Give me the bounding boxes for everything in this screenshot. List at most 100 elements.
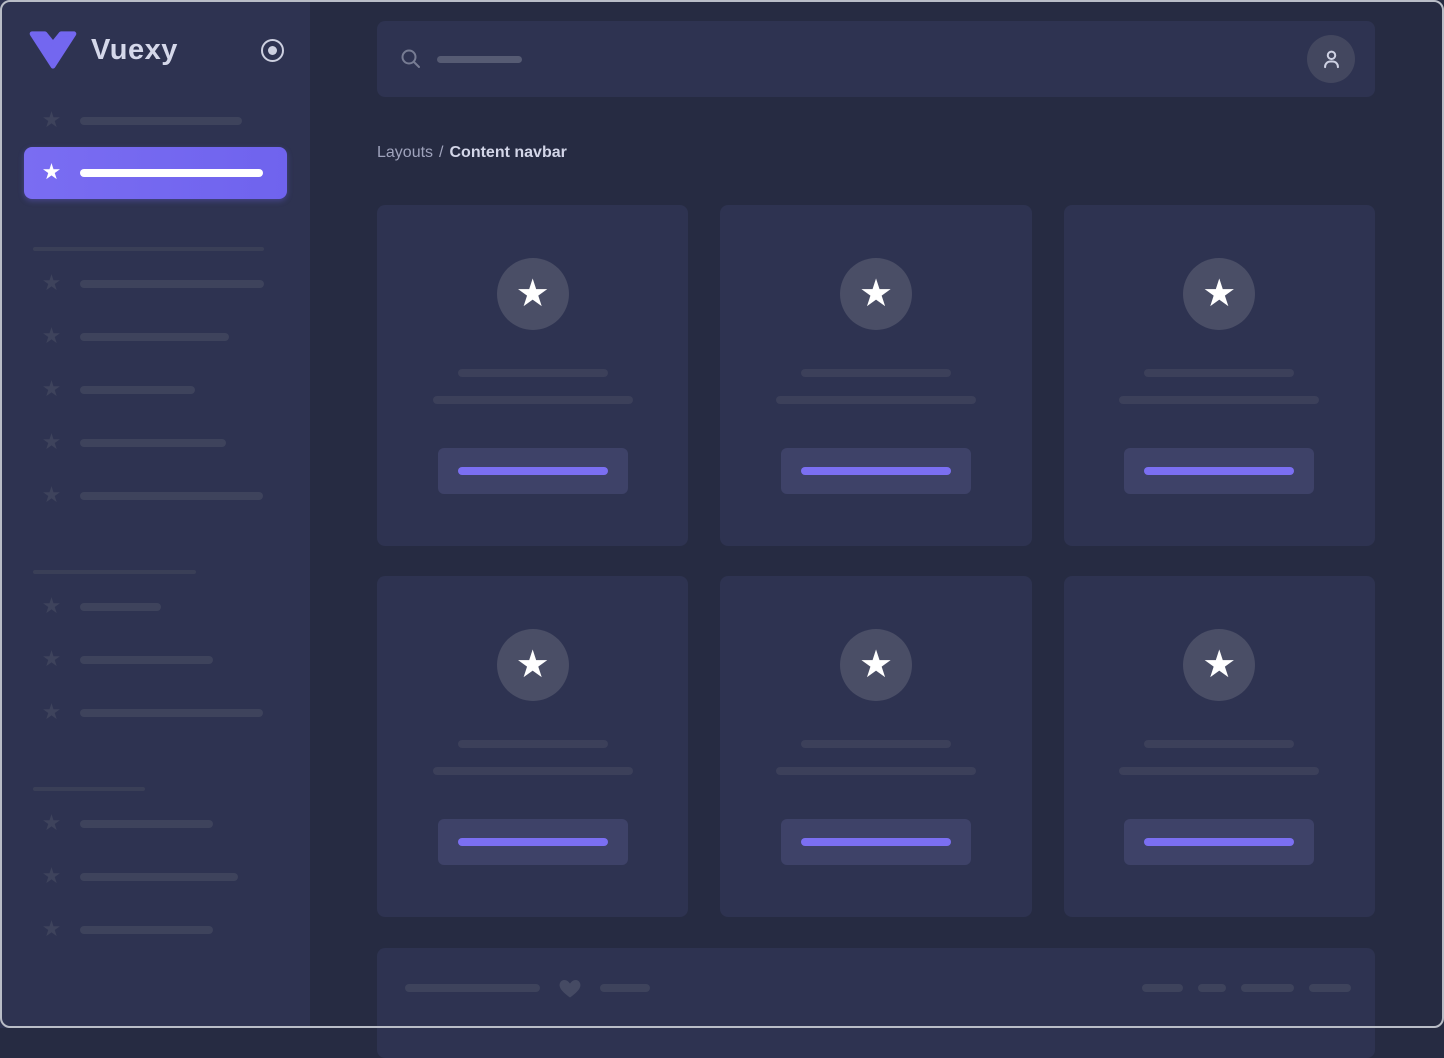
button-label-placeholder [1144,838,1294,846]
footer-link-placeholder [1241,984,1294,992]
sidebar-item-active[interactable]: ★ [24,147,287,199]
menu-label-placeholder [80,117,242,125]
card-title-placeholder [801,740,951,748]
content-card: ★ [377,205,688,546]
brand-name: Vuexy [91,34,178,67]
card-subtitle-placeholder [433,767,633,775]
search-navbar[interactable] [377,21,1375,97]
card-subtitle-placeholder [776,767,976,775]
menu-label-placeholder [80,820,213,828]
card-action-button[interactable] [438,819,628,865]
card-avatar: ★ [1183,629,1255,701]
content-card: ★ [377,576,688,917]
menu-label-placeholder [80,386,195,394]
person-icon [1318,46,1345,73]
card-avatar: ★ [497,629,569,701]
button-label-placeholder [458,467,608,475]
card-title-placeholder [458,740,608,748]
breadcrumb-section[interactable]: Layouts [377,144,433,161]
card-title-placeholder [1144,740,1294,748]
sidebar-item[interactable]: ★ [0,416,310,469]
user-avatar[interactable] [1307,35,1355,83]
star-icon: ★ [40,866,63,888]
menu-section-header-placeholder [33,247,264,251]
record-circle-dot [268,46,277,55]
card-avatar: ★ [840,258,912,330]
content-card: ★ [720,205,1031,546]
card-subtitle-placeholder [1119,767,1319,775]
card-avatar: ★ [1183,258,1255,330]
content-card: ★ [720,576,1031,917]
footer-link-placeholder [1309,984,1351,992]
sidebar-item[interactable]: ★ [0,469,310,522]
footer-link-placeholder [1198,984,1226,992]
sidebar-item[interactable]: ★ [0,686,310,739]
sidebar-item[interactable]: ★ [0,633,310,686]
star-icon: ★ [40,273,63,295]
footer-card [377,948,1375,1058]
card-action-button[interactable] [438,448,628,494]
sidebar-item[interactable]: ★ [0,797,310,850]
button-label-placeholder [1144,467,1294,475]
menu-label-placeholder [80,603,161,611]
menu-label-placeholder [80,169,263,177]
card-action-button[interactable] [781,448,971,494]
sidebar-menu: ★ ★ ★ ★ ★ ★ ★ ★ ★ ★ ★ ★ ★ [0,94,310,956]
search-placeholder[interactable] [437,56,522,63]
breadcrumb-current: Content navbar [450,144,567,161]
star-icon: ★ [40,702,63,724]
record-circle-icon[interactable] [261,39,284,62]
cards-grid: ★ ★ ★ ★ ★ ★ [377,205,1375,917]
menu-label-placeholder [80,280,264,288]
star-icon: ★ [40,919,63,941]
star-icon: ★ [859,645,893,686]
search-icon [399,47,423,71]
footer-links [1142,984,1351,992]
card-avatar: ★ [840,629,912,701]
breadcrumb: Layouts / Content navbar [377,143,1375,162]
breadcrumb-separator: / [439,144,443,161]
menu-label-placeholder [80,709,263,717]
card-action-button[interactable] [1124,819,1314,865]
star-icon: ★ [40,813,63,835]
sidebar-item[interactable]: ★ [0,94,310,147]
sidebar-item[interactable]: ★ [0,580,310,633]
star-icon: ★ [40,432,63,454]
footer-text-placeholder [405,984,540,992]
card-subtitle-placeholder [1119,396,1319,404]
menu-label-placeholder [80,873,238,881]
card-title-placeholder [1144,369,1294,377]
star-icon: ★ [516,274,550,315]
card-subtitle-placeholder [776,396,976,404]
menu-section-header-placeholder [33,787,145,791]
menu-label-placeholder [80,492,263,500]
card-title-placeholder [801,369,951,377]
sidebar: Vuexy ★ ★ ★ ★ ★ ★ ★ ★ ★ ★ ★ ★ ★ [0,0,310,1028]
star-icon: ★ [40,162,63,184]
vuexy-logo-icon [28,30,78,70]
card-action-button[interactable] [781,819,971,865]
sidebar-item[interactable]: ★ [0,257,310,310]
sidebar-item[interactable]: ★ [0,903,310,956]
menu-label-placeholder [80,656,213,664]
footer-link-placeholder [1142,984,1183,992]
star-icon: ★ [40,326,63,348]
menu-label-placeholder [80,926,213,934]
star-icon: ★ [1202,645,1236,686]
star-icon: ★ [859,274,893,315]
card-avatar: ★ [497,258,569,330]
menu-label-placeholder [80,439,226,447]
star-icon: ★ [40,110,63,132]
brand: Vuexy [0,0,310,70]
card-action-button[interactable] [1124,448,1314,494]
sidebar-item[interactable]: ★ [0,363,310,416]
content-card: ★ [1064,576,1375,917]
sidebar-item[interactable]: ★ [0,310,310,363]
button-label-placeholder [801,838,951,846]
button-label-placeholder [801,467,951,475]
star-icon: ★ [40,485,63,507]
card-subtitle-placeholder [433,396,633,404]
star-icon: ★ [516,645,550,686]
star-icon: ★ [40,596,63,618]
sidebar-item[interactable]: ★ [0,850,310,903]
